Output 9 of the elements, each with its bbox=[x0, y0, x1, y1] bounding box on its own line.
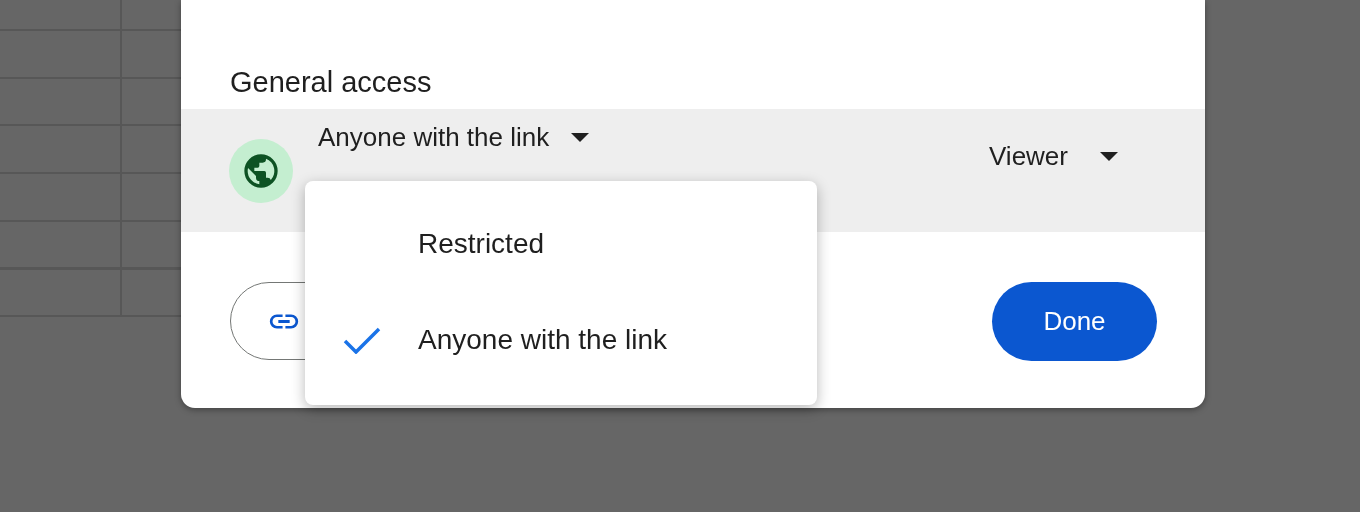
link-icon bbox=[267, 312, 301, 330]
done-button[interactable]: Done bbox=[992, 282, 1157, 361]
section-title: General access bbox=[229, 65, 433, 100]
menu-item[interactable]: Restricted bbox=[305, 196, 817, 292]
menu-item[interactable]: Anyone with the link bbox=[305, 292, 817, 388]
caret-icon bbox=[571, 132, 590, 142]
access-dropdown[interactable]: Anyone with the link bbox=[318, 122, 590, 152]
role-dropdown[interactable]: Viewer bbox=[989, 141, 1118, 171]
caret-icon bbox=[1100, 151, 1118, 161]
